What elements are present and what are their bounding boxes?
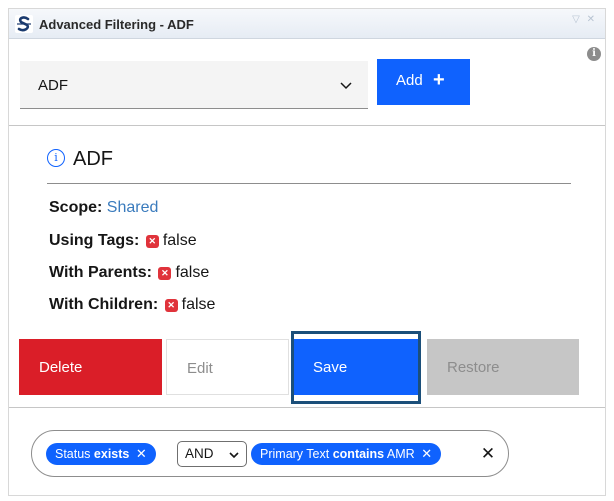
name-underline	[47, 183, 571, 184]
with-parents-key: With Parents:	[49, 264, 152, 281]
delete-button-label: Delete	[39, 359, 83, 376]
remove-tag-icon[interactable]: ✕	[421, 446, 432, 461]
tag-operator: exists	[93, 447, 130, 461]
chevron-down-icon	[229, 452, 239, 459]
condition-tag-status[interactable]: Status exists ✕	[46, 443, 156, 465]
info-icon[interactable]: i	[587, 47, 601, 61]
edit-button[interactable]: Edit	[166, 339, 289, 395]
divider	[9, 407, 605, 408]
window-controls[interactable]: ▽ ✕	[572, 14, 597, 25]
chevron-down-icon	[340, 82, 352, 90]
app-logo-icon	[15, 15, 33, 33]
using-tags-value: false	[162, 232, 197, 249]
using-tags-key: Using Tags:	[49, 232, 140, 249]
scope-key: Scope:	[49, 199, 103, 216]
add-button-label: Add	[396, 72, 423, 89]
combinator-select[interactable]: AND	[177, 441, 247, 467]
filter-select-value: ADF	[38, 77, 68, 94]
delete-button[interactable]: Delete	[19, 339, 162, 395]
save-button-focus-ring	[291, 331, 421, 404]
clear-query-icon[interactable]: ✕	[479, 443, 497, 465]
with-children-property: With Children: ✕ false	[49, 296, 215, 314]
remove-tag-icon[interactable]: ✕	[136, 446, 147, 461]
info-circle-icon: i	[47, 149, 65, 167]
tag-field: Status	[55, 447, 91, 461]
title-bar[interactable]: Advanced Filtering - ADF ▽ ✕	[9, 9, 605, 39]
with-parents-property: With Parents: ✕ false	[49, 264, 209, 282]
add-filter-button[interactable]: Add +	[377, 59, 470, 105]
with-parents-value: false	[175, 264, 210, 281]
plus-icon: +	[433, 69, 445, 91]
tag-field: Primary Text	[260, 447, 330, 461]
filter-select[interactable]: ADF	[20, 61, 368, 109]
condition-tag-primary-text[interactable]: Primary Text contains AMR ✕	[251, 443, 442, 465]
advanced-filtering-window: Advanced Filtering - ADF ▽ ✕ i ADF Add +…	[8, 8, 606, 496]
filter-name: ADF	[73, 148, 113, 170]
false-badge-icon: ✕	[158, 267, 172, 280]
divider	[9, 125, 605, 126]
false-badge-icon: ✕	[164, 299, 178, 312]
tag-operator: contains	[332, 447, 385, 461]
window-title: Advanced Filtering - ADF	[39, 17, 194, 32]
combinator-value: AND	[185, 446, 214, 461]
false-badge-icon: ✕	[145, 235, 159, 248]
tag-value: AMR	[386, 447, 415, 461]
with-children-value: false	[181, 296, 216, 313]
scope-property: Scope: Shared	[49, 199, 158, 217]
edit-button-label: Edit	[187, 360, 213, 377]
with-children-key: With Children:	[49, 296, 159, 313]
scope-value-link[interactable]: Shared	[107, 199, 159, 216]
query-builder: Status exists ✕ AND Primary Text contain…	[31, 430, 509, 477]
restore-button[interactable]: Restore	[427, 339, 579, 395]
using-tags-property: Using Tags: ✕ false	[49, 232, 197, 250]
restore-button-label: Restore	[447, 359, 500, 376]
